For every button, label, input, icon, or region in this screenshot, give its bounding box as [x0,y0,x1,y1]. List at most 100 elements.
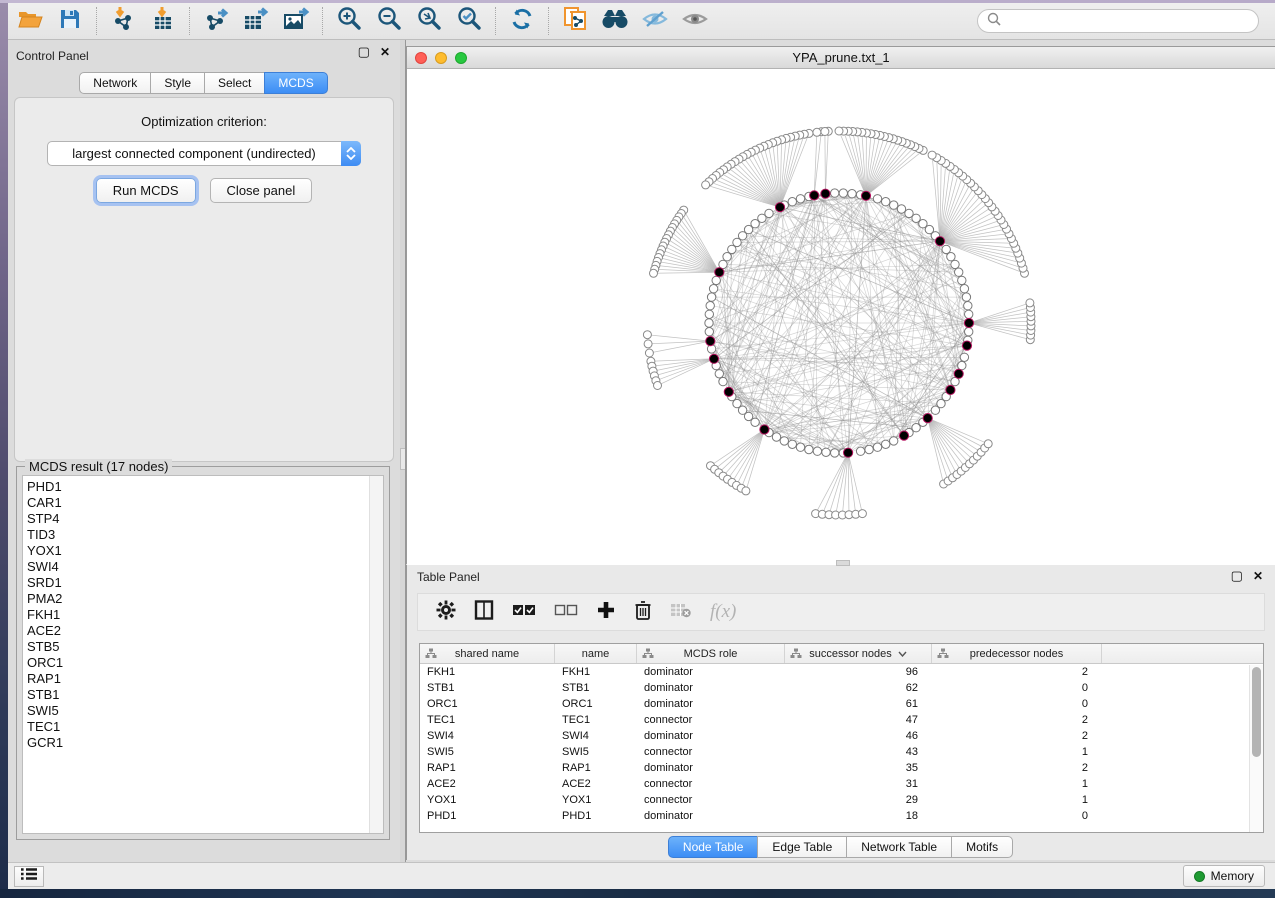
mcds-result-item[interactable]: STB1 [27,687,383,703]
column-header-predecessor-nodes[interactable]: predecessor nodes [932,644,1102,663]
search-network-button[interactable] [595,5,635,37]
table-cell: 46 [785,728,932,744]
table-cell: SWI4 [420,728,555,744]
table-cell: 1 [932,744,1102,760]
mcds-result-item[interactable]: RAP1 [27,671,383,687]
mcds-result-item[interactable]: PMA2 [27,591,383,607]
table-row[interactable]: SWI5SWI5connector431 [420,744,1263,760]
mcds-result-item[interactable]: SRD1 [27,575,383,591]
import-table-button[interactable] [143,5,183,37]
mcds-result-item[interactable]: STB5 [27,639,383,655]
export-image-button[interactable] [276,5,316,37]
delete-column-button[interactable] [634,600,652,625]
table-row[interactable]: RAP1RAP1dominator352 [420,760,1263,776]
horizontal-splitter-handle[interactable] [836,560,850,566]
deselect-all-button[interactable] [554,603,578,622]
float-panel-icon[interactable]: ▢ [358,46,370,58]
show-panels-button[interactable] [14,866,44,887]
criterion-dropdown[interactable]: largest connected component (undirected) [47,141,361,166]
mcds-result-item[interactable]: TID3 [27,527,383,543]
mcds-result-item[interactable]: STP4 [27,511,383,527]
close-table-panel-icon[interactable]: ✕ [1253,570,1263,582]
export-image-icon [282,6,310,37]
show-columns-button[interactable] [474,600,494,625]
tab-network[interactable]: Network [79,72,151,94]
table-row[interactable]: TEC1TEC1connector472 [420,712,1263,728]
mcds-result-item[interactable]: SWI4 [27,559,383,575]
table-row[interactable]: PHD1PHD1dominator180 [420,808,1263,824]
tab-style[interactable]: Style [150,72,205,94]
run-mcds-button[interactable]: Run MCDS [96,178,196,203]
eye-icon [681,8,709,35]
table-row[interactable]: FKH1FKH1dominator962 [420,664,1263,680]
tab-motifs[interactable]: Motifs [951,836,1013,858]
export-table-button[interactable] [236,5,276,37]
status-bar: Memory [8,862,1275,889]
tab-edge-table[interactable]: Edge Table [757,836,847,858]
column-header-name[interactable]: name [555,644,637,663]
mcds-result-item[interactable]: TEC1 [27,719,383,735]
zoom-selected-button[interactable] [449,5,489,37]
mcds-result-item[interactable]: PHD1 [27,479,383,495]
table-cell: 2 [932,728,1102,744]
table-cell: dominator [637,680,785,696]
table-panel-title: Table Panel [417,570,480,584]
save-session-button[interactable] [50,5,90,37]
zoom-in-button[interactable] [329,5,369,37]
add-column-button[interactable] [596,600,616,625]
table-row[interactable]: ACE2ACE2connector311 [420,776,1263,792]
hide-mapping-button[interactable] [635,5,675,37]
table-cell: FKH1 [420,664,555,680]
table-row[interactable]: YOX1YOX1connector291 [420,792,1263,808]
network-graph-canvas[interactable] [407,69,1275,565]
table-row[interactable]: SWI4SWI4dominator462 [420,728,1263,744]
column-header-label: name [582,648,610,660]
list-scrollbar[interactable] [369,476,383,833]
search-input[interactable] [1002,14,1250,28]
open-file-button[interactable] [10,5,50,37]
share-document-button[interactable] [555,5,595,37]
import-network-button[interactable] [103,5,143,37]
table-cell: YOX1 [555,792,637,808]
memory-button-label: Memory [1211,869,1254,883]
network-window-titlebar[interactable]: YPA_prune.txt_1 [407,47,1275,69]
table-row[interactable]: STB1STB1dominator620 [420,680,1263,696]
table-scrollbar-thumb[interactable] [1252,667,1261,757]
tab-select[interactable]: Select [204,72,265,94]
table-settings-button[interactable] [436,600,456,625]
zoom-out-button[interactable] [369,5,409,37]
zoom-fit-button[interactable] [409,5,449,37]
export-network-button[interactable] [196,5,236,37]
column-namespace-icon [790,648,802,659]
mcds-result-item[interactable]: FKH1 [27,607,383,623]
column-header-successor-nodes[interactable]: successor nodes [785,644,932,663]
column-header-MCDS-role[interactable]: MCDS role [637,644,785,663]
mcds-result-item[interactable]: SWI5 [27,703,383,719]
mcds-result-item[interactable]: GCR1 [27,735,383,751]
tab-node-table[interactable]: Node Table [668,836,759,858]
show-view-button[interactable] [675,5,715,37]
function-builder-button: f(x) [710,601,736,623]
close-panel-button[interactable]: Close panel [210,178,313,203]
float-table-panel-icon[interactable]: ▢ [1231,570,1243,582]
memory-button[interactable]: Memory [1183,865,1265,887]
network-view-window: YPA_prune.txt_1 [406,46,1275,564]
mcds-result-item[interactable]: ACE2 [27,623,383,639]
mcds-result-item[interactable]: YOX1 [27,543,383,559]
node-table[interactable]: shared name name MCDS role successor nodes p… [419,643,1264,833]
mcds-result-list[interactable]: PHD1CAR1STP4TID3YOX1SWI4SRD1PMA2FKH1ACE2… [22,475,384,834]
table-cell: 1 [932,792,1102,808]
table-cell: PHD1 [420,808,555,824]
tab-network-table[interactable]: Network Table [846,836,952,858]
table-scrollbar[interactable] [1249,665,1263,832]
table-cell: dominator [637,696,785,712]
select-all-button[interactable] [512,603,536,622]
tab-mcds[interactable]: MCDS [264,72,327,94]
mcds-result-item[interactable]: CAR1 [27,495,383,511]
table-row[interactable]: ORC1ORC1dominator610 [420,696,1263,712]
column-header-label: successor nodes [809,648,892,660]
close-panel-icon[interactable]: ✕ [380,46,390,58]
refresh-button[interactable] [502,5,542,37]
mcds-result-item[interactable]: ORC1 [27,655,383,671]
column-header-shared-name[interactable]: shared name [420,644,555,663]
